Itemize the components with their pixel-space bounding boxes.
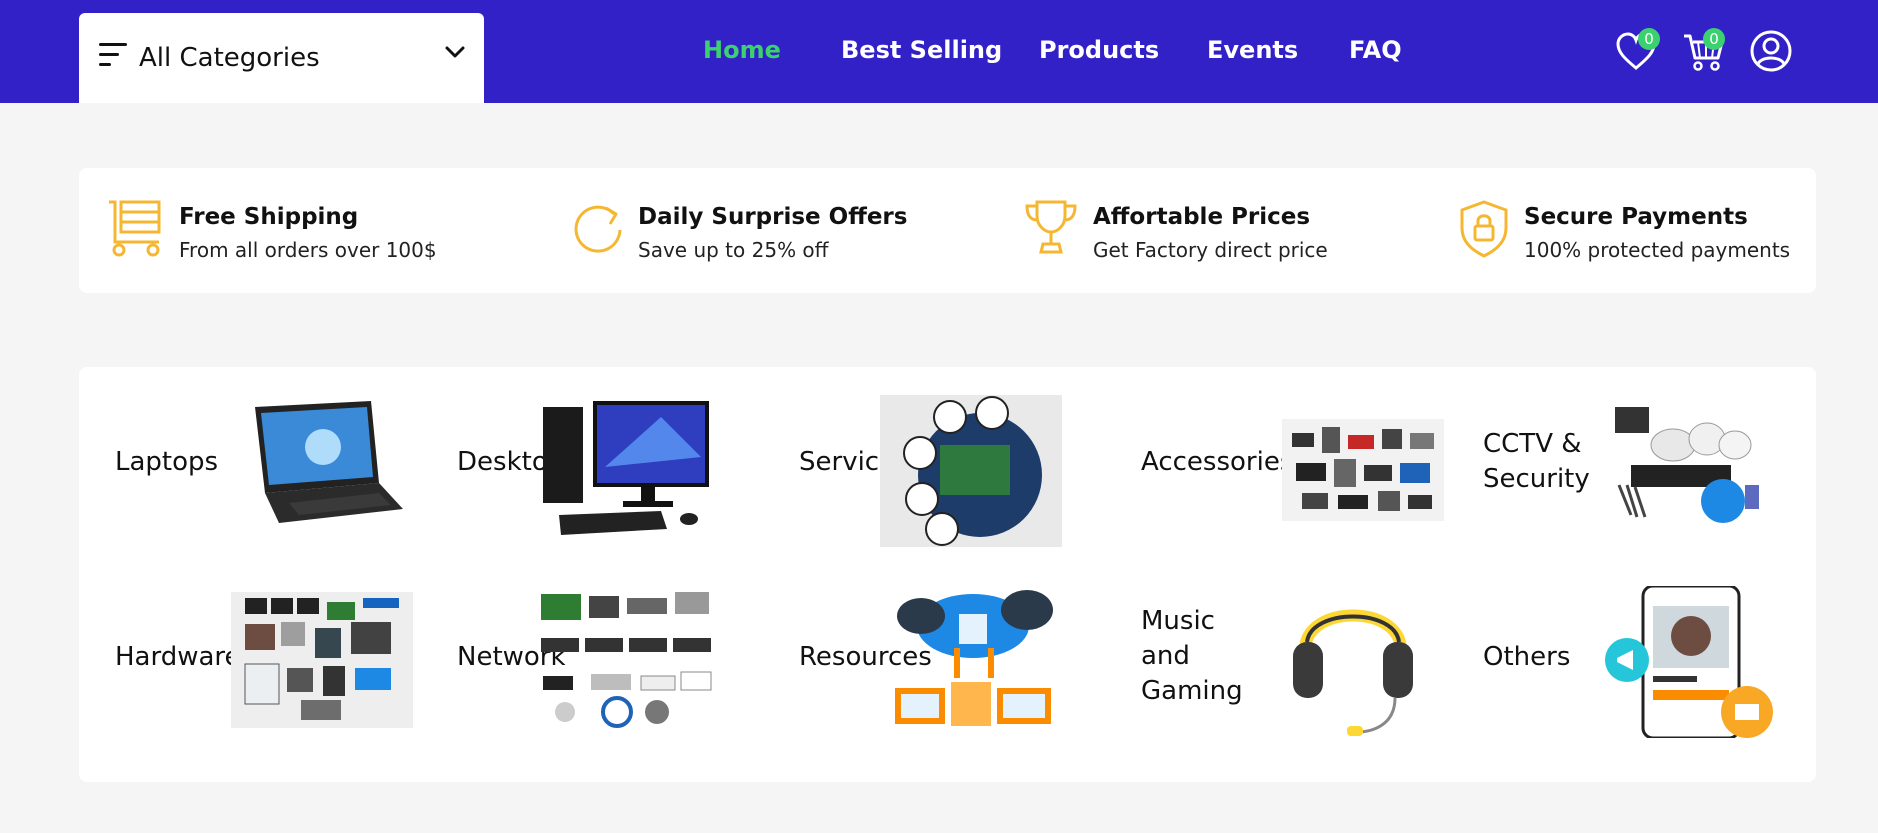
category-card-cctv[interactable]: CCTV & Security — [1447, 397, 1777, 557]
category-name: Accessories — [1141, 447, 1294, 477]
features-bar: Free Shipping From all orders over 100$ … — [79, 168, 1816, 293]
nav-best-selling[interactable]: Best Selling — [841, 36, 1002, 64]
feature-free-shipping: Free Shipping From all orders over 100$ — [107, 168, 527, 293]
feature-subtitle: Save up to 25% off — [638, 238, 829, 262]
cart-count-badge: 0 — [1703, 28, 1725, 50]
category-name: Others — [1483, 642, 1571, 672]
headphones-image — [1293, 609, 1413, 736]
resources-image — [895, 590, 1053, 726]
feature-secure-payments: Secure Payments 100% protected payments — [1456, 168, 1796, 293]
wishlist-button[interactable]: 0 — [1614, 28, 1660, 74]
category-card-resources[interactable]: Resources — [763, 590, 1093, 752]
wishlist-count-badge: 0 — [1638, 28, 1660, 50]
nav-events[interactable]: Events — [1207, 36, 1298, 64]
category-name: CCTV & Security — [1483, 429, 1590, 494]
desktop-image — [543, 401, 709, 535]
category-card-desktop[interactable]: Desktop — [421, 397, 751, 557]
trophy-icon — [1025, 200, 1077, 254]
category-card-others[interactable]: Others — [1447, 586, 1777, 752]
category-name: Hardware — [115, 642, 241, 672]
cctv-image — [1615, 407, 1759, 523]
hardware-image — [231, 592, 413, 728]
top-header: All Categories Home Best Selling Product… — [0, 0, 1878, 103]
feature-title: Secure Payments — [1524, 204, 1748, 230]
category-card-service[interactable]: Service — [763, 395, 1093, 557]
chevron-down-icon — [445, 46, 465, 58]
category-card-hardware[interactable]: Hardware — [79, 592, 413, 752]
service-image — [880, 395, 1062, 547]
feature-subtitle: From all orders over 100$ — [179, 238, 437, 262]
cart-button[interactable]: 0 — [1682, 28, 1726, 74]
accessories-image — [1282, 419, 1444, 521]
user-account-button[interactable] — [1749, 29, 1793, 73]
category-name: Music and Gaming — [1141, 606, 1243, 706]
laptop-image — [255, 401, 403, 523]
user-icon — [1750, 30, 1792, 72]
feature-subtitle: Get Factory direct price — [1093, 238, 1328, 262]
cart-icon — [109, 200, 161, 257]
all-categories-dropdown[interactable]: All Categories — [79, 13, 484, 103]
nav-products[interactable]: Products — [1039, 36, 1159, 64]
category-name: Laptops — [115, 447, 219, 477]
nav-home[interactable]: Home — [703, 36, 781, 64]
feature-daily-offers: Daily Surprise Offers Save up to 25% off — [570, 168, 970, 293]
feature-title: Daily Surprise Offers — [638, 204, 908, 230]
all-categories-label: All Categories — [139, 43, 320, 73]
feature-title: Affortable Prices — [1093, 204, 1311, 230]
feature-subtitle: 100% protected payments — [1524, 238, 1791, 262]
category-card-network[interactable]: Network — [421, 592, 751, 752]
nav-faq[interactable]: FAQ — [1349, 36, 1402, 64]
others-image — [1605, 586, 1773, 738]
feature-affordable-prices: Affortable Prices Get Factory direct pri… — [1023, 168, 1423, 293]
shield-lock-icon — [1460, 200, 1508, 258]
category-grid: Laptops Desktop Service Accessories CCTV… — [79, 367, 1816, 782]
feature-title: Free Shipping — [179, 204, 359, 230]
category-card-laptops[interactable]: Laptops — [79, 397, 409, 557]
menu-icon — [99, 43, 127, 66]
network-image — [541, 592, 712, 728]
category-card-music-gaming[interactable]: Music and Gaming — [1105, 592, 1435, 752]
refresh-icon — [574, 205, 622, 253]
category-card-accessories[interactable]: Accessories — [1105, 397, 1444, 557]
